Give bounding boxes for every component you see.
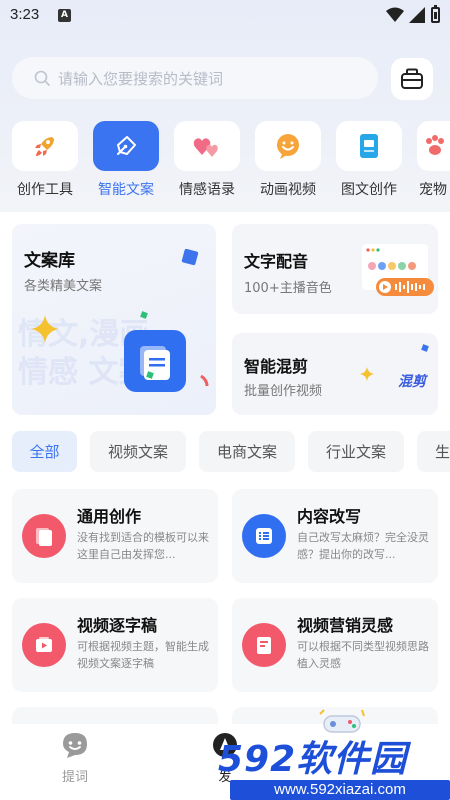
toolbox-button[interactable] <box>391 58 433 100</box>
template-card-video-marketing[interactable]: 视频营销灵感 可以根据不同类型视频思路植入灵感 <box>232 598 438 692</box>
copy-library-card[interactable]: 情文,漫画 情感 文案 文案库 各类精美文案 <box>12 224 216 415</box>
category-tile <box>174 121 240 171</box>
category-row: 创作工具 智能文案 情感语录 动画视频 图文创作 宠物 <box>12 121 450 201</box>
watermark-url: www.592xiazai.com <box>230 780 450 800</box>
category-creation-tools[interactable]: 创作工具 <box>12 121 78 199</box>
hearts-icon <box>193 138 218 157</box>
copy-library-subtitle: 各类精美文案 <box>24 279 103 294</box>
chat-bubble-icon <box>63 733 87 758</box>
toolbox-icon <box>401 68 423 89</box>
smart-remix-card[interactable]: 智能混剪 批量创作视频 混剪 <box>232 333 438 415</box>
filter-more[interactable]: 生 <box>417 431 450 472</box>
category-tile <box>93 121 159 171</box>
category-label: 智能文案 <box>98 182 154 198</box>
template-desc: 可根据视频主题，智能生成视频文案逐字稿 <box>77 640 209 670</box>
document-icon <box>360 134 378 158</box>
template-desc: 自己改写太麻烦？完全没灵感？提出你的改写... <box>297 531 429 561</box>
category-tile <box>417 121 450 171</box>
filter-industry-copy[interactable]: 行业文案 <box>308 431 404 472</box>
category-label: 情感语录 <box>179 182 235 198</box>
category-image-text[interactable]: 图文创作 <box>336 121 402 199</box>
category-label: 创作工具 <box>17 182 73 198</box>
note-icon <box>242 623 286 667</box>
nav-prompter[interactable]: 提词 <box>45 730 105 785</box>
category-label: 图文创作 <box>341 182 397 198</box>
status-time: 3:23 <box>10 6 40 23</box>
game-controller-icon <box>319 709 365 733</box>
pen-nib-icon <box>117 136 136 155</box>
template-title: 视频营销灵感 <box>297 616 394 635</box>
search-input[interactable]: 请输入您要搜索的关键词 <box>12 57 378 99</box>
voiceover-illustration <box>362 244 434 296</box>
list-doc-icon <box>242 514 286 558</box>
remix-title: 智能混剪 <box>244 357 309 376</box>
template-card-video-script[interactable]: 视频逐字稿 可根据视频主题，智能生成视频文案逐字稿 <box>12 598 218 692</box>
notification-icon: A <box>58 9 71 22</box>
sparkle-small-icon <box>360 367 374 381</box>
decor-diamond-icon <box>421 344 429 352</box>
remix-subtitle: 批量创作视频 <box>244 384 323 399</box>
category-label: 宠物 <box>419 182 447 198</box>
category-smart-copywriting[interactable]: 智能文案 <box>93 121 159 199</box>
template-title: 通用创作 <box>77 507 142 526</box>
filter-all[interactable]: 全部 <box>12 431 77 472</box>
copy-library-title: 文案库 <box>24 251 75 271</box>
category-tile <box>12 121 78 171</box>
template-desc: 没有找到适合的模板可以来这里自己由发挥您... <box>77 531 209 561</box>
nav-label: 提词 <box>61 770 88 785</box>
sparkle-icon <box>31 315 59 343</box>
category-pets[interactable]: 宠物 <box>417 121 450 199</box>
filter-video-copy[interactable]: 视频文案 <box>90 431 186 472</box>
decor-dots-icon <box>140 311 209 386</box>
status-bar: 3:23 A <box>0 0 450 32</box>
remix-badge: 混剪 <box>398 374 426 390</box>
voiceover-subtitle: 100+主播音色 <box>244 281 332 296</box>
search-placeholder: 请输入您要搜索的关键词 <box>58 69 224 88</box>
document-stack-icon <box>22 514 66 558</box>
decor-diamond-icon <box>181 248 199 266</box>
paw-icon <box>426 135 444 155</box>
wifi-icon <box>386 7 404 22</box>
category-tile <box>255 121 321 171</box>
category-tile <box>336 121 402 171</box>
category-emotional-quotes[interactable]: 情感语录 <box>174 121 240 199</box>
video-play-icon <box>22 623 66 667</box>
template-desc: 可以根据不同类型视频思路植入灵感 <box>297 640 429 670</box>
template-card-rewrite[interactable]: 内容改写 自己改写太麻烦？完全没灵感？提出你的改写... <box>232 489 438 583</box>
template-title: 内容改写 <box>297 507 362 526</box>
template-card-general[interactable]: 通用创作 没有找到适合的模板可以来这里自己由发挥您... <box>12 489 218 583</box>
category-animated-video[interactable]: 动画视频 <box>255 121 321 199</box>
text-voiceover-card[interactable]: 文字配音 100+主播音色 <box>232 224 438 314</box>
smiley-icon <box>277 134 299 159</box>
watermark-brand: 592软件园 <box>218 739 408 780</box>
search-icon <box>34 70 50 86</box>
category-label: 动画视频 <box>260 182 316 198</box>
battery-icon <box>431 5 440 23</box>
template-title: 视频逐字稿 <box>77 616 158 635</box>
signal-icon <box>409 7 425 23</box>
rocket-icon <box>35 137 54 156</box>
filter-ecommerce-copy[interactable]: 电商文案 <box>199 431 295 472</box>
voiceover-title: 文字配音 <box>244 252 309 271</box>
site-watermark: 592软件园 www.592xiazai.com <box>218 740 450 800</box>
